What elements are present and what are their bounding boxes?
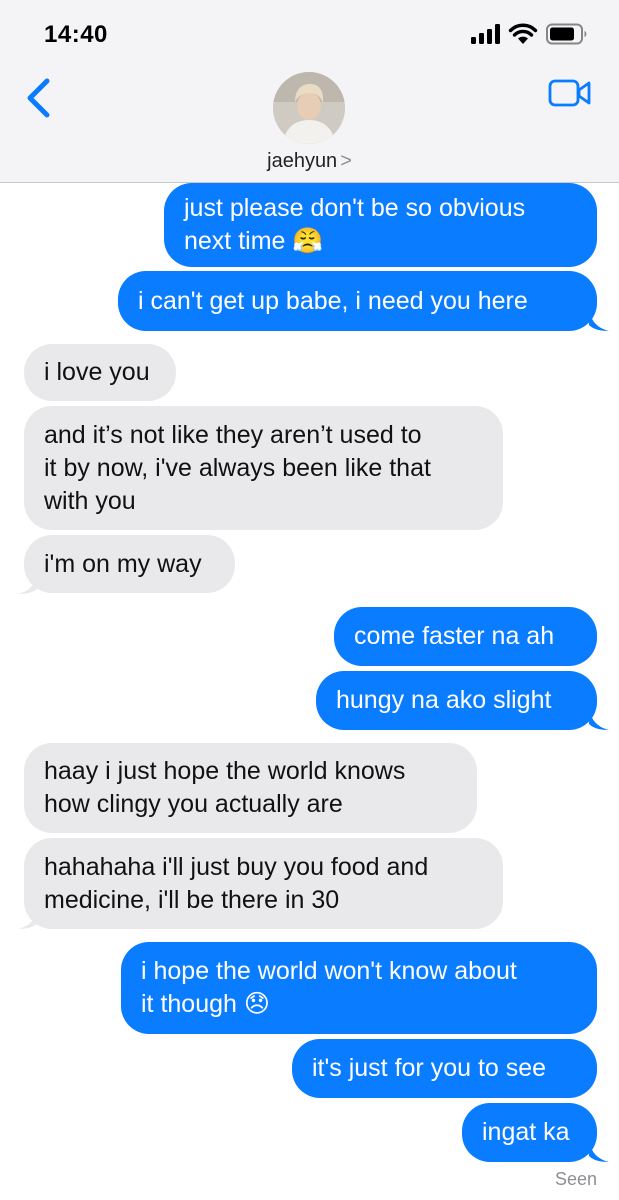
contact-name: jaehyun <box>267 150 338 172</box>
read-receipt: Seen <box>554 1169 597 1189</box>
message-text: ingat ka <box>482 1118 570 1146</box>
back-chevron-icon[interactable] <box>22 76 56 120</box>
wifi-icon <box>508 23 538 44</box>
message-bubble-sent[interactable]: it's just for you to see <box>292 1039 597 1098</box>
status-time: 14:40 <box>44 21 108 48</box>
contact-name-button[interactable]: jaehyun > <box>0 150 619 173</box>
message-text: haay i just hope the world knows <box>44 757 406 785</box>
message-bubble-received[interactable]: haay i just hope the world knows how clin… <box>24 743 477 833</box>
conversation-header: 14:40 jaehyun > <box>0 0 619 183</box>
avatar-photo <box>273 72 345 144</box>
message-text: how clingy you actually are <box>44 790 343 818</box>
message-bubble-sent[interactable]: i hope the world won't know about it thou… <box>121 942 597 1034</box>
message-text: come faster na ah <box>354 622 555 650</box>
message-text: i'm on my way <box>44 549 202 578</box>
message-bubble-sent[interactable]: just please don't be so obvious next time… <box>164 183 597 267</box>
message-text: hungy na ako slight <box>336 686 552 714</box>
message-text: hahahaha i'll just buy you food and <box>44 852 429 881</box>
message-bubble-received[interactable]: hahahaha i'll just buy you food and medic… <box>24 838 503 929</box>
message-text: medicine, i'll be there in 30 <box>44 885 340 914</box>
bubble-tail-received <box>18 907 38 929</box>
message-text: i hope the world won't know about <box>141 957 517 985</box>
message-text: i love you <box>44 358 150 386</box>
video-call-icon[interactable] <box>548 78 592 108</box>
message-bubble-received[interactable]: i love you <box>24 344 176 401</box>
message-bubble-sent[interactable]: come faster na ah <box>334 607 597 666</box>
message-text: next time 😤 <box>184 227 324 255</box>
bubble-tail-received <box>18 572 38 594</box>
message-bubble-received[interactable]: and it’s not like they aren’t used to it … <box>24 406 503 530</box>
bubble-tail-sent <box>589 309 609 331</box>
contact-avatar[interactable] <box>273 72 345 144</box>
chevron-right-icon: > <box>340 150 352 172</box>
message-bubble-received[interactable]: i'm on my way <box>24 535 235 593</box>
message-bubble-sent[interactable]: hungy na ako slight <box>316 671 597 730</box>
message-bubble-sent[interactable]: ingat ka <box>462 1103 597 1162</box>
bubble-tail-sent <box>589 1140 609 1162</box>
signal-icon <box>471 24 500 44</box>
battery-icon <box>546 23 587 45</box>
message-text: with you <box>44 486 136 515</box>
message-text: it though 😞 <box>141 990 270 1018</box>
message-text: just please don't be so obvious <box>184 194 526 222</box>
message-text: it by now, i've always been like that <box>44 453 431 482</box>
message-text: and it’s not like they aren’t used to <box>44 420 422 449</box>
message-text: it's just for you to see <box>312 1054 547 1082</box>
message-bubble-sent[interactable]: i can't get up babe, i need you here <box>118 271 597 331</box>
bubble-tail-sent <box>589 708 609 730</box>
message-text: i can't get up babe, i need you here <box>138 286 528 315</box>
